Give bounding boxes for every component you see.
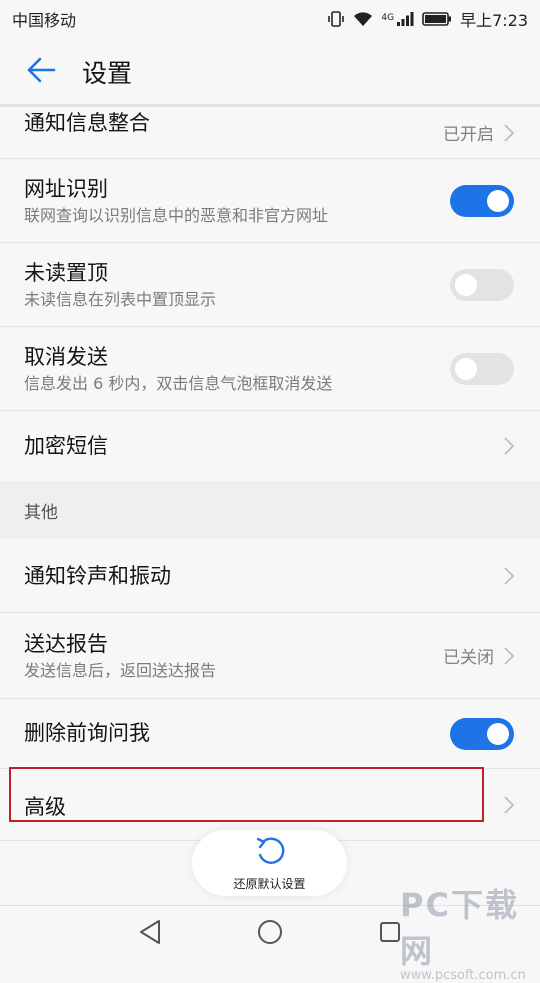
row-title: 未读置顶 [24, 261, 108, 285]
back-button[interactable] [0, 38, 82, 106]
row-title: 删除前询问我 [24, 721, 150, 745]
row-title: 取消发送 [24, 345, 108, 369]
network-type: 4G [381, 13, 395, 23]
page-title: 设置 [82, 59, 133, 88]
confirm-delete-toggle[interactable] [450, 717, 514, 750]
row-subtitle: 信息发出 6 秒内，双击信息气泡框取消发送 [24, 374, 333, 393]
chevron-right-icon [504, 123, 514, 142]
square-recents-icon [378, 920, 402, 948]
section-header-other: 其他 [0, 481, 540, 539]
row-encrypted-sms[interactable]: 加密短信 [0, 411, 540, 481]
chevron-right-icon [504, 646, 514, 665]
row-subtitle: 联网查询以识别信息中的恶意和非官方网址 [24, 206, 329, 225]
url-detect-toggle[interactable] [450, 184, 514, 217]
row-title: 通知信息整合 [24, 111, 150, 135]
watermark-url: www.pcsoft.com.cn [400, 968, 526, 983]
vibrate-icon [327, 10, 345, 28]
carrier-name: 中国移动 [12, 11, 77, 30]
chevron-right-icon [504, 795, 514, 814]
restore-defaults-button[interactable]: 还原默认设置 [192, 830, 347, 896]
chevron-right-icon [504, 437, 514, 455]
row-unread-top[interactable]: 未读置顶 未读信息在列表中置顶显示 [0, 243, 540, 327]
row-notify-merge[interactable]: 通知信息整合 已开启 [0, 107, 540, 159]
cancel-send-toggle[interactable] [450, 352, 514, 385]
clock: 早上7:23 [460, 11, 528, 30]
nav-recents-button[interactable] [374, 918, 406, 950]
row-title: 通知铃声和振动 [24, 564, 171, 588]
nav-home-button[interactable] [254, 918, 286, 950]
row-subtitle: 未读信息在列表中置顶显示 [24, 290, 217, 309]
navigation-bar [0, 905, 540, 961]
row-cancel-send[interactable]: 取消发送 信息发出 6 秒内，双击信息气泡框取消发送 [0, 327, 540, 411]
settings-list: 通知信息整合 已开启 网址识别 联网查询以识别信息中的恶意和非官方网址 未读置顶… [0, 107, 540, 841]
circle-home-icon [257, 919, 283, 949]
status-bar: 中国移动 4G 早上7:23 [0, 0, 540, 38]
restore-icon [254, 835, 286, 871]
row-subtitle: 发送信息后，返回送达报告 [24, 661, 217, 680]
row-ringtone[interactable]: 通知铃声和振动 [0, 539, 540, 613]
row-title: 高级 [24, 795, 66, 819]
back-arrow-icon [26, 57, 56, 87]
signal-icon [396, 11, 414, 27]
wifi-icon [353, 11, 373, 27]
status-icons: 4G 早上7:23 [327, 7, 528, 31]
unread-top-toggle[interactable] [450, 268, 514, 301]
row-value: 已开启 [443, 125, 494, 145]
nav-back-button[interactable] [134, 918, 166, 950]
app-bar: 设置 [0, 38, 540, 106]
chevron-right-icon [504, 566, 514, 585]
triangle-back-icon [138, 919, 162, 949]
row-url-detect[interactable]: 网址识别 联网查询以识别信息中的恶意和非官方网址 [0, 159, 540, 243]
battery-icon [422, 11, 452, 27]
row-title: 送达报告 [24, 632, 108, 656]
row-delivery-report[interactable]: 送达报告 发送信息后，返回送达报告 已关闭 [0, 613, 540, 699]
row-value: 已关闭 [443, 648, 494, 668]
row-title: 加密短信 [24, 434, 108, 458]
row-title: 网址识别 [24, 177, 108, 201]
row-confirm-delete[interactable]: 删除前询问我 [0, 699, 540, 769]
restore-label: 还原默认设置 [233, 876, 306, 891]
